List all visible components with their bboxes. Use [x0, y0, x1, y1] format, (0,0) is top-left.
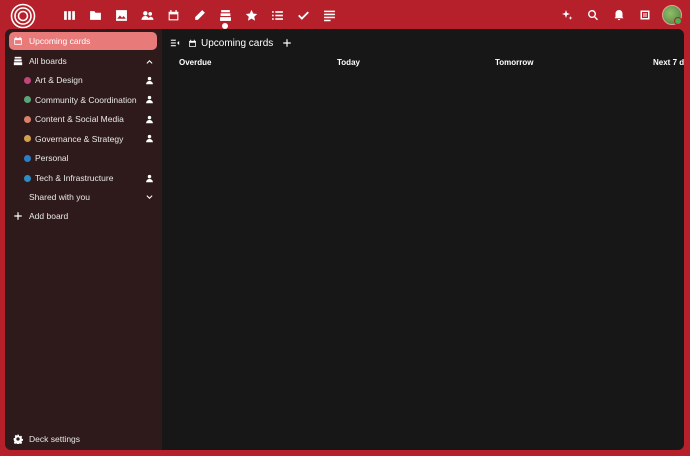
- sidebar-board-item[interactable]: Tech & Infrastructure: [9, 169, 157, 187]
- main-content: Upcoming cards Overdue Today Tomorrow Ne…: [162, 29, 684, 450]
- shared-user-icon: [141, 76, 157, 85]
- chevron-down-icon[interactable]: [141, 193, 157, 202]
- contacts-icon[interactable]: [134, 5, 160, 25]
- sidebar-item-label: Art & Design: [35, 75, 83, 85]
- shared-user-icon: [141, 115, 157, 124]
- header-actions: [554, 4, 682, 26]
- board-color-dot: [9, 115, 33, 123]
- notes-icon[interactable]: [186, 5, 212, 25]
- sidebar-item-label: Governance & Strategy: [35, 133, 124, 144]
- calendar-icon: [188, 39, 197, 48]
- shared-user-icon: [141, 174, 157, 183]
- column-overdue: Overdue: [179, 58, 212, 67]
- sidebar-item-label: Content & Social Media: [35, 114, 124, 125]
- deck-settings-button[interactable]: Deck settings: [9, 430, 157, 448]
- board-color-dot: [9, 76, 33, 84]
- shared-user-icon: [141, 134, 157, 143]
- user-avatar[interactable]: [662, 5, 682, 25]
- nextcloud-logo[interactable]: [10, 3, 36, 29]
- contacts-menu-icon[interactable]: [632, 4, 658, 26]
- sidebar-item-label: Tech & Infrastructure: [35, 173, 114, 183]
- board-color-dot: [9, 154, 33, 162]
- page-title: Upcoming cards: [201, 37, 274, 49]
- deck-icon[interactable]: [212, 5, 238, 29]
- board-color-dot: [9, 135, 33, 143]
- sidebar-board-item[interactable]: Personal: [9, 149, 157, 167]
- assistant-icon[interactable]: [554, 4, 580, 26]
- sidebar-item-shared-with-you[interactable]: Shared with you: [9, 188, 157, 206]
- sidebar: Upcoming cards All boards Art & Design Co…: [5, 29, 162, 450]
- sidebar-item-label: All boards: [29, 56, 67, 66]
- board-color-dot: [9, 96, 33, 104]
- sidebar-item-label: Community & Coordination: [35, 94, 137, 105]
- tasks-icon[interactable]: [290, 5, 316, 25]
- files-icon[interactable]: [82, 5, 108, 25]
- sidebar-item-all-boards[interactable]: All boards: [9, 52, 157, 70]
- toggle-sidebar-icon[interactable]: [170, 38, 180, 48]
- text-icon[interactable]: [316, 5, 342, 25]
- column-next-7-days: Next 7 days: [653, 58, 684, 67]
- search-icon[interactable]: [580, 4, 606, 26]
- photos-icon[interactable]: [108, 5, 134, 25]
- sidebar-item-label: Personal: [35, 153, 69, 164]
- calendar-icon[interactable]: [160, 5, 186, 25]
- sidebar-board-item[interactable]: Content & Social Media: [9, 110, 157, 128]
- favorites-icon[interactable]: [238, 5, 264, 25]
- calendar-icon: [9, 36, 27, 46]
- board-color-dot: [9, 174, 33, 182]
- sidebar-item-label: Add board: [29, 211, 69, 221]
- shared-user-icon: [141, 95, 157, 104]
- sidebar-board-item[interactable]: Art & Design: [9, 71, 157, 89]
- sidebar-item-label: Upcoming cards: [29, 36, 91, 46]
- sidebar-board-item[interactable]: Governance & Strategy: [9, 130, 157, 148]
- chevron-up-icon[interactable]: [141, 57, 157, 66]
- sidebar-item-upcoming-cards[interactable]: Upcoming cards: [9, 32, 157, 50]
- plus-icon: [9, 211, 27, 221]
- list-icon[interactable]: [264, 5, 290, 25]
- sidebar-item-label: Deck settings: [29, 434, 81, 444]
- column-headers: Overdue Today Tomorrow Next 7 days: [162, 58, 684, 70]
- column-tomorrow: Tomorrow: [495, 58, 534, 67]
- sidebar-board-item[interactable]: Community & Coordination: [9, 91, 157, 109]
- archive-icon: [9, 56, 27, 66]
- app-menu: [56, 5, 342, 29]
- gear-icon: [9, 434, 27, 444]
- column-today: Today: [337, 58, 360, 67]
- notifications-icon[interactable]: [606, 4, 632, 26]
- page-header: Upcoming cards: [170, 35, 292, 51]
- add-board-button[interactable]: Add board: [9, 207, 157, 225]
- top-header: [0, 0, 690, 30]
- sidebar-item-label: Shared with you: [29, 192, 90, 202]
- add-card-button[interactable]: [282, 38, 292, 48]
- dashboard-icon[interactable]: [56, 5, 82, 25]
